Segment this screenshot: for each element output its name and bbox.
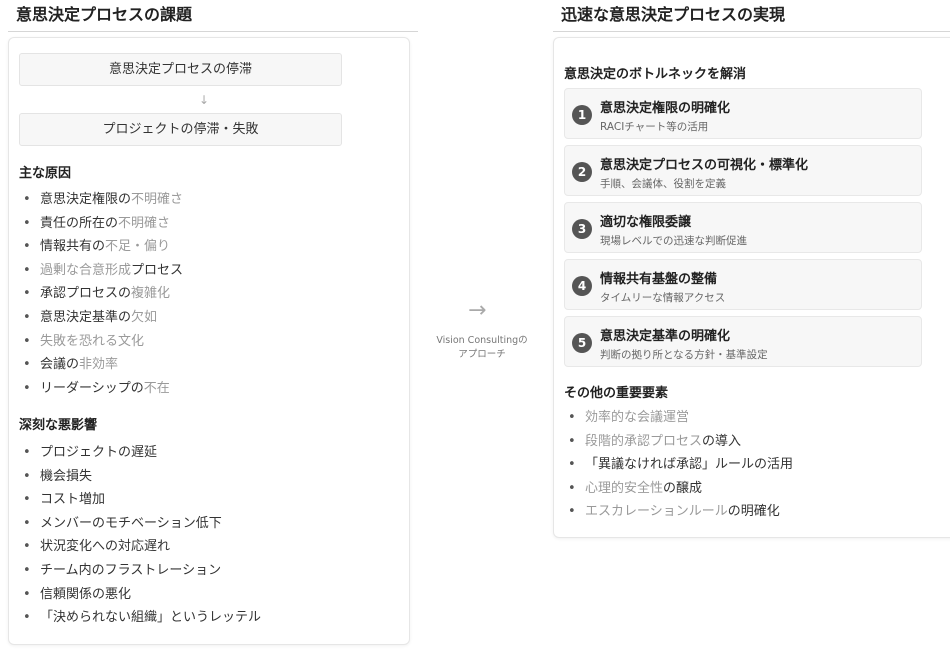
- item-text: プロジェクトの遅延: [40, 445, 158, 460]
- list-item: コスト増加: [23, 488, 261, 512]
- list-item: 失敗を恐れる文化: [23, 330, 183, 354]
- item-text: リーダーシップの: [40, 380, 144, 396]
- list-item: 意思決定基準の欠如: [23, 306, 183, 330]
- flow-box-stagnation: 意思決定プロセスの停滞: [19, 53, 342, 86]
- item-text: の活用: [754, 457, 794, 473]
- highlight-text: エスカレーションルール: [585, 504, 728, 520]
- right-section-heading: 迅速な意思決定プロセスの実現: [553, 4, 950, 32]
- list-item: 状況変化への対応遅れ: [23, 535, 261, 559]
- list-item: プロジェクトの遅延: [23, 441, 261, 465]
- highlight-text: 欠如: [131, 309, 158, 325]
- item-text: の醸成: [663, 480, 703, 496]
- step-description: 判断の拠り所となる方針・基準設定: [600, 349, 768, 361]
- item-text: 状況変化への対応遅れ: [40, 539, 171, 555]
- item-text: 「異議なければ承認」ルール: [585, 457, 755, 473]
- left-section-heading: 意思決定プロセスの課題: [8, 4, 418, 32]
- step-number-badge: 2: [572, 162, 592, 182]
- arrow-right-icon: →: [468, 298, 487, 323]
- step-title: 情報共有基盤の整備: [600, 272, 718, 287]
- step-title: 適切な権限委譲: [600, 215, 692, 230]
- list-item: メンバーのモチベーション低下: [23, 512, 261, 536]
- highlight-text: 不明確さ: [131, 192, 184, 207]
- arrow-down-icon: ↓: [199, 93, 210, 107]
- item-text: 機会損失: [40, 468, 93, 484]
- issues-card: 意思決定プロセスの停滞 ↓ プロジェクトの停滞・失敗 主な原因 意思決定権限の不…: [8, 37, 410, 645]
- step-title: 意思決定権限の明確化: [600, 101, 731, 116]
- list-item: 機会損失: [23, 465, 261, 489]
- solution-step: 5 意思決定基準の明確化判断の拠り所となる方針・基準設定: [564, 316, 922, 367]
- item-text: 会議の: [40, 357, 80, 373]
- item-text: 責任の所在の: [40, 215, 119, 231]
- step-description: タイムリーな情報アクセス: [600, 292, 726, 304]
- item-text: 情報共有の: [40, 239, 106, 255]
- solutions-heading: 意思決定のボトルネックを解消: [564, 67, 747, 82]
- solution-step: 2 意思決定プロセスの可視化・標準化 手順、会議体、役割を定義: [564, 145, 922, 196]
- item-text: チーム内のフラストレーション: [40, 562, 222, 578]
- item-text: の導入: [702, 433, 742, 449]
- impacts-list: プロジェクトの遅延機会損失コスト増加メンバーのモチベーション低下状況変化への対応…: [23, 441, 261, 630]
- list-item: 信頼関係の悪化: [23, 583, 261, 607]
- step-number-badge: 3: [572, 219, 592, 239]
- step-description: 現場レベルでの迅速な判断促進: [600, 235, 747, 247]
- approach-caption-line2: アプローチ: [458, 349, 506, 360]
- list-item: 責任の所在の不明確さ: [23, 212, 183, 236]
- highlight-text: 不足・偏り: [105, 239, 171, 255]
- list-item: 効率的な会議運営: [568, 406, 793, 430]
- list-item: エスカレーションルールの明確化: [568, 500, 793, 524]
- item-text: 意思決定権限の: [40, 192, 132, 207]
- list-item: 「決められない組織」というレッテル: [23, 606, 261, 630]
- solutions-card: 意思決定のボトルネックを解消 1 意思決定権限の明確化 RACIチャート等の活用 2 意…: [553, 37, 950, 538]
- highlight-text: 複雑化: [131, 286, 171, 302]
- step-title: 意思決定基準の明確化: [600, 329, 731, 344]
- item-text: 「決められない組織」というレッテル: [40, 610, 262, 626]
- list-item: 承認プロセスの複雑化: [23, 282, 183, 306]
- highlight-text: 非効率: [79, 357, 119, 373]
- list-item: リーダーシップの不在: [23, 377, 183, 401]
- list-item: チーム内のフラストレーション: [23, 559, 261, 583]
- step-title: 意思決定プロセスの可視化・標準化: [600, 158, 809, 173]
- step-number-badge: 1: [572, 105, 592, 125]
- highlight-text: 心理的安全性: [585, 480, 664, 496]
- causes-heading: 主な原因: [19, 166, 72, 181]
- solution-step: 3 適切な権限委譲現場レベルでの迅速な判断促進: [564, 202, 922, 253]
- highlight-text: 失敗を恐れる文化: [40, 333, 145, 349]
- impacts-heading: 深刻な悪影響: [19, 418, 98, 433]
- item-text: 承認プロセスの: [40, 286, 132, 302]
- solution-step: 1 意思決定権限の明確化 RACIチャート等の活用: [564, 88, 922, 139]
- causes-list: 意思決定権限の不明確さ責任の所在の不明確さ情報共有の不足・偏り過剰な合意形成プロ…: [23, 188, 183, 400]
- list-item: 段階的承認プロセスの導入: [568, 430, 793, 454]
- other-factors-heading: その他の重要要素: [564, 386, 669, 401]
- step-description: 手順、会議体、役割を定義: [600, 178, 726, 190]
- other-factors-list: 効率的な会議運営段階的承認プロセスの導入「異議なければ承認」ルールの活用心理的安…: [568, 406, 793, 524]
- item-text: プロセス: [131, 262, 184, 278]
- list-item: 情報共有の不足・偏り: [23, 235, 183, 259]
- highlight-text: 過剰な合意形成: [40, 262, 132, 278]
- highlight-text: 不在: [143, 380, 170, 396]
- highlight-text: 効率的な会議運営: [585, 410, 690, 425]
- item-text: の明確化: [727, 504, 780, 520]
- highlight-text: 不明確さ: [118, 215, 171, 231]
- approach-caption: Vision Consultingの アプローチ: [430, 334, 534, 362]
- flow-box-failure: プロジェクトの停滞・失敗: [19, 113, 342, 146]
- solution-step: 4 情報共有基盤の整備 タイムリーな情報アクセス: [564, 259, 922, 310]
- list-item: 会議の非効率: [23, 353, 183, 377]
- item-text: メンバーのモチベーション低下: [40, 515, 222, 531]
- list-item: 過剰な合意形成プロセス: [23, 259, 183, 283]
- item-text: 信頼関係の悪化: [40, 586, 132, 602]
- highlight-text: 段階的承認プロセス: [585, 433, 703, 449]
- list-item: 心理的安全性の醸成: [568, 477, 793, 501]
- item-text: 意思決定基準の: [40, 309, 132, 325]
- approach-caption-line1: Vision Consultingの: [436, 335, 528, 346]
- step-number-badge: 5: [572, 333, 592, 353]
- step-description: RACIチャート等の活用: [600, 121, 709, 133]
- item-text: コスト増加: [40, 492, 106, 508]
- step-number-badge: 4: [572, 276, 592, 296]
- list-item: 「異議なければ承認」ルールの活用: [568, 453, 793, 477]
- list-item: 意思決定権限の不明確さ: [23, 188, 183, 212]
